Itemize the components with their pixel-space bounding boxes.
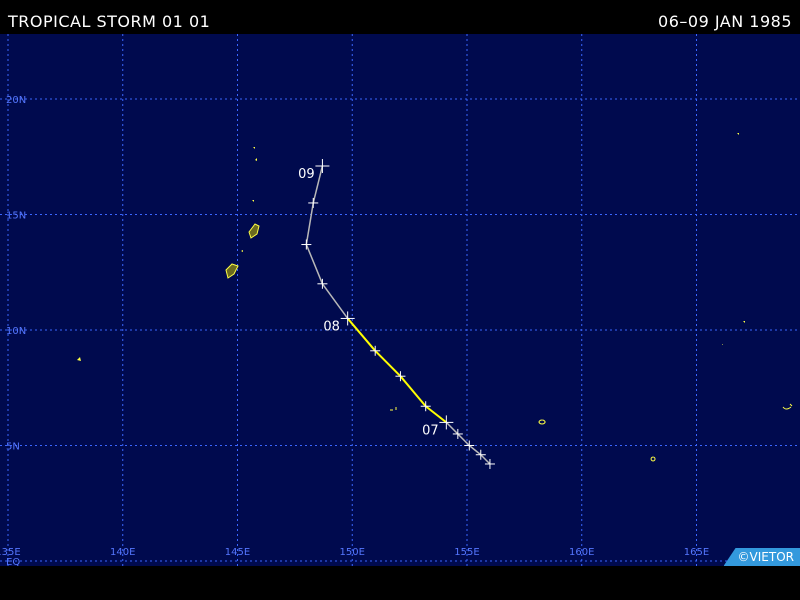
lat-label-2: 10N — [6, 326, 26, 337]
storm-track — [301, 158, 495, 469]
island-yap — [77, 357, 81, 361]
lat-label-1: 15N — [6, 211, 26, 222]
islands — [77, 133, 793, 462]
lon-label-2: 145E — [225, 547, 250, 558]
lon-label-6: 165E — [684, 547, 709, 558]
track-point-11 — [308, 197, 319, 208]
island-small-2 — [255, 158, 257, 161]
island-truk — [390, 407, 397, 411]
island-marshall-3 — [722, 344, 723, 345]
track-segment-0 — [480, 454, 491, 465]
island-small-1 — [253, 147, 255, 149]
header-bar: TROPICAL STORM 01 01 06–09 JAN 1985 — [0, 0, 800, 34]
lat-lon-grid: 20N15N10N5NEQ135E140E145E150E155E160E165… — [0, 34, 800, 566]
lon-label-4: 155E — [454, 547, 479, 558]
island-saipan — [248, 223, 260, 239]
track-segment-10 — [305, 202, 314, 245]
track-segment-5 — [399, 375, 427, 407]
track-point-9 — [317, 278, 328, 289]
lon-label-0: 135E — [0, 547, 21, 558]
island-small-4 — [241, 250, 243, 252]
day-label-09: 09 — [298, 167, 315, 182]
map-panel: 20N15N10N5NEQ135E140E145E150E155E160E165… — [0, 34, 800, 566]
track-segment-4 — [425, 405, 447, 424]
lon-label-1: 140E — [110, 547, 135, 558]
footer-bar — [0, 566, 800, 600]
day-label-08: 08 — [323, 319, 340, 334]
island-small-3 — [252, 200, 254, 202]
track-point-day-09 — [315, 158, 330, 173]
track-segment-3 — [445, 421, 459, 435]
track-segment-6 — [374, 350, 402, 377]
track-segment-8 — [321, 283, 349, 319]
track-segment-2 — [457, 433, 470, 447]
island-marshall-1 — [737, 133, 739, 135]
lon-label-5: 160E — [569, 547, 594, 558]
day-label-07: 07 — [422, 423, 439, 438]
lat-label-0: 20N — [6, 95, 26, 106]
island-pohnpei — [538, 419, 546, 425]
island-marshall-4 — [782, 403, 793, 410]
date-range: 06–09 JAN 1985 — [658, 12, 792, 31]
storm-track-map: 20N15N10N5NEQ135E140E145E150E155E160E165… — [0, 34, 800, 566]
credit-label: ©VIETOR — [723, 548, 800, 566]
track-point-10 — [301, 239, 312, 250]
lon-label-3: 150E — [340, 547, 365, 558]
storm-title: TROPICAL STORM 01 01 — [8, 12, 211, 31]
track-segment-1 — [468, 444, 482, 456]
island-kosrae — [650, 456, 656, 462]
track-segment-9 — [305, 244, 324, 285]
island-guam — [225, 263, 239, 279]
island-marshall-2 — [743, 321, 745, 323]
